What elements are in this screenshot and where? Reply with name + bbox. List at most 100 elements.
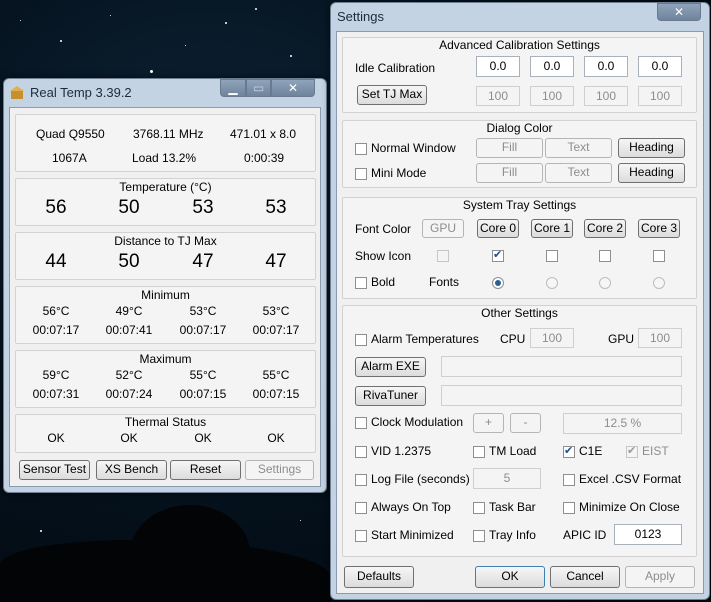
font-radio-core-3[interactable] <box>653 277 665 289</box>
show-icon-gpu-checkbox[interactable] <box>437 250 449 262</box>
core-3-distance: 47 <box>265 251 287 272</box>
tj-max-core-1[interactable]: 100 <box>530 86 574 106</box>
task-bar-checkbox[interactable] <box>473 502 485 514</box>
alarm-exe-path-field[interactable] <box>441 356 682 377</box>
tray-info-label: Tray Info <box>489 528 536 542</box>
minimize-button[interactable]: ▁ <box>220 79 246 97</box>
settings-button[interactable]: Settings <box>245 460 314 480</box>
defaults-button[interactable]: Defaults <box>344 566 414 588</box>
apply-button[interactable]: Apply <box>625 566 695 588</box>
core-1-distance: 50 <box>118 251 140 272</box>
core-3-temp: 53 <box>265 197 287 218</box>
show-icon-core-2-checkbox[interactable] <box>599 250 611 262</box>
realtemp-titlebar[interactable]: Real Temp 3.39.2 ▁ ▭ ✕ <box>4 79 326 107</box>
mini-fill-button[interactable]: Fill <box>476 163 543 183</box>
cpu-load: Load 13.2% <box>132 151 197 165</box>
normal-window-checkbox[interactable] <box>355 143 367 155</box>
maximize-button[interactable]: ▭ <box>246 79 271 97</box>
other-settings-title: Other Settings <box>481 306 558 320</box>
clock-modulation-checkbox[interactable] <box>355 417 367 429</box>
clock-plus-button[interactable]: + <box>473 413 504 433</box>
log-interval-field[interactable]: 5 <box>473 468 541 489</box>
log-file-checkbox[interactable] <box>355 474 367 486</box>
vid-checkbox[interactable] <box>355 446 367 458</box>
gpu-alarm-field[interactable]: 100 <box>638 328 682 348</box>
window-title: Real Temp 3.39.2 <box>30 85 132 100</box>
normal-heading-button[interactable]: Heading <box>618 138 685 158</box>
system-tray-title: System Tray Settings <box>462 198 577 212</box>
idle-cal-core-1[interactable]: 0.0 <box>530 56 574 77</box>
core-2-min-time: 00:07:17 <box>179 323 227 337</box>
minimize-on-close-checkbox[interactable] <box>563 502 575 514</box>
core-3-max-time: 00:07:15 <box>252 387 300 401</box>
minimum-group: Minimum 56°C 49°C 53°C 53°C 00:07:17 00:… <box>15 286 316 344</box>
core-3-min-time: 00:07:17 <box>252 323 300 337</box>
idle-calibration-label: Idle Calibration <box>355 61 436 75</box>
normal-text-button[interactable]: Text <box>545 138 612 158</box>
font-radio-core-2[interactable] <box>599 277 611 289</box>
tj-max-core-0[interactable]: 100 <box>476 86 520 106</box>
alarm-temperatures-checkbox[interactable] <box>355 334 367 346</box>
idle-cal-core-3[interactable]: 0.0 <box>638 56 682 77</box>
thermometer-icon <box>10 86 24 100</box>
idle-cal-core-2[interactable]: 0.0 <box>584 56 628 77</box>
core-0-color-button[interactable]: Core 0 <box>477 219 519 238</box>
idle-cal-core-0[interactable]: 0.0 <box>476 56 520 77</box>
core-3-color-button[interactable]: Core 3 <box>638 219 680 238</box>
thermal-status-title: Thermal Status <box>124 415 207 429</box>
c1e-label: C1E <box>579 444 603 458</box>
show-icon-core-0-checkbox[interactable]: ✔ <box>492 249 504 262</box>
normal-fill-button[interactable]: Fill <box>476 138 543 158</box>
tj-max-core-2[interactable]: 100 <box>584 86 628 106</box>
sensor-test-button[interactable]: Sensor Test <box>19 460 90 480</box>
tm-load-checkbox[interactable] <box>473 446 485 458</box>
excel-csv-checkbox[interactable] <box>563 474 575 486</box>
minimum-title: Minimum <box>141 288 190 302</box>
gpu-color-button[interactable]: GPU <box>422 219 464 238</box>
rivatuner-button[interactable]: RivaTuner <box>355 386 426 406</box>
core-0-max-time: 00:07:31 <box>32 387 80 401</box>
reset-button[interactable]: Reset <box>170 460 241 480</box>
core-2-color-button[interactable]: Core 2 <box>584 219 626 238</box>
show-icon-core-3-checkbox[interactable] <box>653 250 665 262</box>
clock-minus-button[interactable]: - <box>510 413 541 433</box>
eist-checkbox[interactable]: ✔ <box>626 445 638 458</box>
maximum-group: Maximum 59°C 52°C 55°C 55°C 00:07:31 00:… <box>15 350 316 408</box>
start-minimized-label: Start Minimized <box>371 528 454 542</box>
cpu-alarm-field[interactable]: 100 <box>530 328 574 348</box>
font-radio-core-0[interactable] <box>492 277 504 289</box>
maximum-title: Maximum <box>139 352 192 366</box>
close-button[interactable]: ✕ <box>271 79 315 97</box>
core-1-max-temp: 52°C <box>115 368 143 382</box>
mini-mode-label: Mini Mode <box>371 166 427 180</box>
close-button[interactable]: ✕ <box>657 3 701 21</box>
minimize-on-close-label: Minimize On Close <box>579 500 680 514</box>
mini-text-button[interactable]: Text <box>545 163 612 183</box>
tj-max-core-3[interactable]: 100 <box>638 86 682 106</box>
show-icon-core-1-checkbox[interactable] <box>546 250 558 262</box>
settings-titlebar[interactable]: Settings ✕ <box>331 3 709 31</box>
ok-button[interactable]: OK <box>475 566 545 588</box>
alarm-exe-button[interactable]: Alarm EXE <box>355 357 426 377</box>
rivatuner-path-field[interactable] <box>441 385 682 406</box>
c1e-checkbox[interactable]: ✔ <box>563 445 575 458</box>
mini-heading-button[interactable]: Heading <box>618 163 685 183</box>
set-tj-max-button[interactable]: Set TJ Max <box>357 85 427 105</box>
start-minimized-checkbox[interactable] <box>355 530 367 542</box>
calibration-title: Advanced Calibration Settings <box>439 38 600 52</box>
cpu-info-group: Quad Q9550 3768.11 MHz 471.01 x 8.0 1067… <box>15 114 316 172</box>
clock-modulation-label: Clock Modulation <box>371 415 464 429</box>
temperature-group: Temperature (°C) 56 50 53 53 <box>15 178 316 226</box>
core-1-color-button[interactable]: Core 1 <box>531 219 573 238</box>
bold-checkbox[interactable] <box>355 277 367 289</box>
eist-label: EIST <box>642 444 669 458</box>
mini-mode-checkbox[interactable] <box>355 168 367 180</box>
always-on-top-checkbox[interactable] <box>355 502 367 514</box>
normal-window-label: Normal Window <box>371 141 456 155</box>
apic-id-field[interactable]: 0123 <box>614 524 682 545</box>
tray-info-checkbox[interactable] <box>473 530 485 542</box>
cancel-button[interactable]: Cancel <box>550 566 620 588</box>
xs-bench-button[interactable]: XS Bench <box>96 460 167 480</box>
core-1-temp: 50 <box>118 197 140 218</box>
font-radio-core-1[interactable] <box>546 277 558 289</box>
